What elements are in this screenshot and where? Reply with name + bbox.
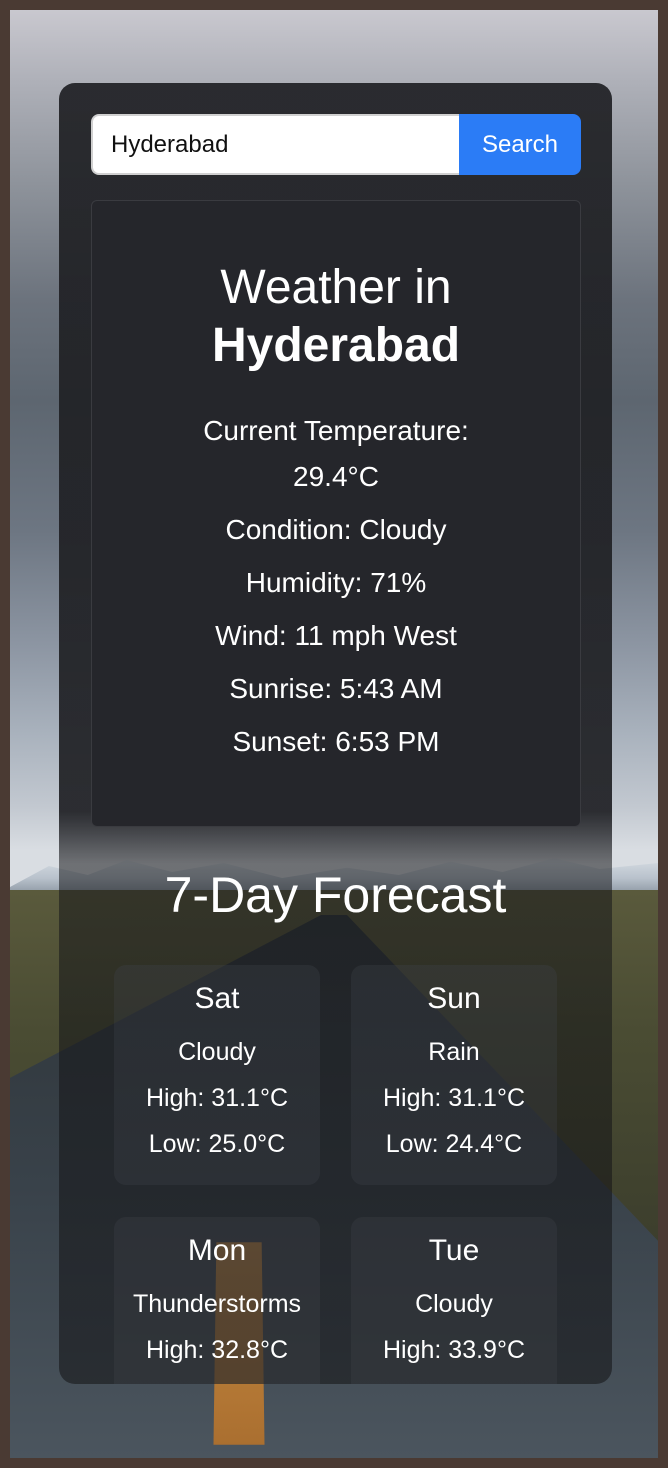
forecast-high: High: 33.9°C: [382, 1336, 526, 1364]
forecast-condition: Cloudy: [415, 1290, 493, 1318]
current-temperature: Current Temperature: 29.4°C: [92, 408, 580, 500]
forecast-day-name: Sat: [194, 982, 240, 1015]
forecast-high: High: 32.8°C: [145, 1336, 289, 1364]
forecast-condition: Thunderstorms: [132, 1290, 302, 1318]
temperature-value: 29.4°C: [293, 461, 379, 492]
humidity-text: Humidity: 71%: [245, 567, 427, 598]
forecast-day-name: Tue: [428, 1234, 480, 1267]
forecast-day-name: Mon: [187, 1234, 247, 1267]
forecast-title: 7-Day Forecast: [164, 867, 507, 923]
forecast-condition: Rain: [428, 1038, 480, 1066]
forecast-grid: Sat Cloudy High: 31.1°C Low: 25.0°C Sun …: [114, 965, 557, 1384]
wind-text: Wind: 11 mph West: [215, 620, 457, 651]
city-search-input[interactable]: [91, 114, 459, 175]
forecast-day-name: Sun: [427, 982, 481, 1015]
forecast-low: Low: 24.4°C: [385, 1130, 523, 1158]
current-weather-panel: Weather in Hyderabad Current Temperature…: [91, 200, 581, 827]
search-button[interactable]: Search: [459, 114, 581, 175]
temperature-label: Current Temperature:: [203, 415, 469, 446]
condition-text: Condition: Cloudy: [225, 514, 447, 545]
sunset-text: Sunset: 6:53 PM: [232, 726, 440, 757]
forecast-day-card: Sun Rain High: 31.1°C Low: 24.4°C: [351, 965, 557, 1185]
forecast-day-card: Mon Thunderstorms High: 32.8°C: [114, 1217, 320, 1384]
forecast-high: High: 31.1°C: [382, 1084, 526, 1112]
forecast-day-card: Tue Cloudy High: 33.9°C: [351, 1217, 557, 1384]
weather-title-city: Hyderabad: [211, 319, 461, 372]
weather-title-prefix: Weather in: [220, 261, 452, 314]
forecast-day-card: Sat Cloudy High: 31.1°C Low: 25.0°C: [114, 965, 320, 1185]
forecast-high: High: 31.1°C: [145, 1084, 289, 1112]
sunrise-text: Sunrise: 5:43 AM: [229, 673, 443, 704]
forecast-low: Low: 25.0°C: [148, 1130, 286, 1158]
weather-title: Weather in Hyderabad: [92, 259, 580, 375]
weather-card: Search Weather in Hyderabad Current Temp…: [59, 83, 612, 1384]
search-bar: Search: [91, 114, 581, 175]
forecast-condition: Cloudy: [178, 1038, 256, 1066]
